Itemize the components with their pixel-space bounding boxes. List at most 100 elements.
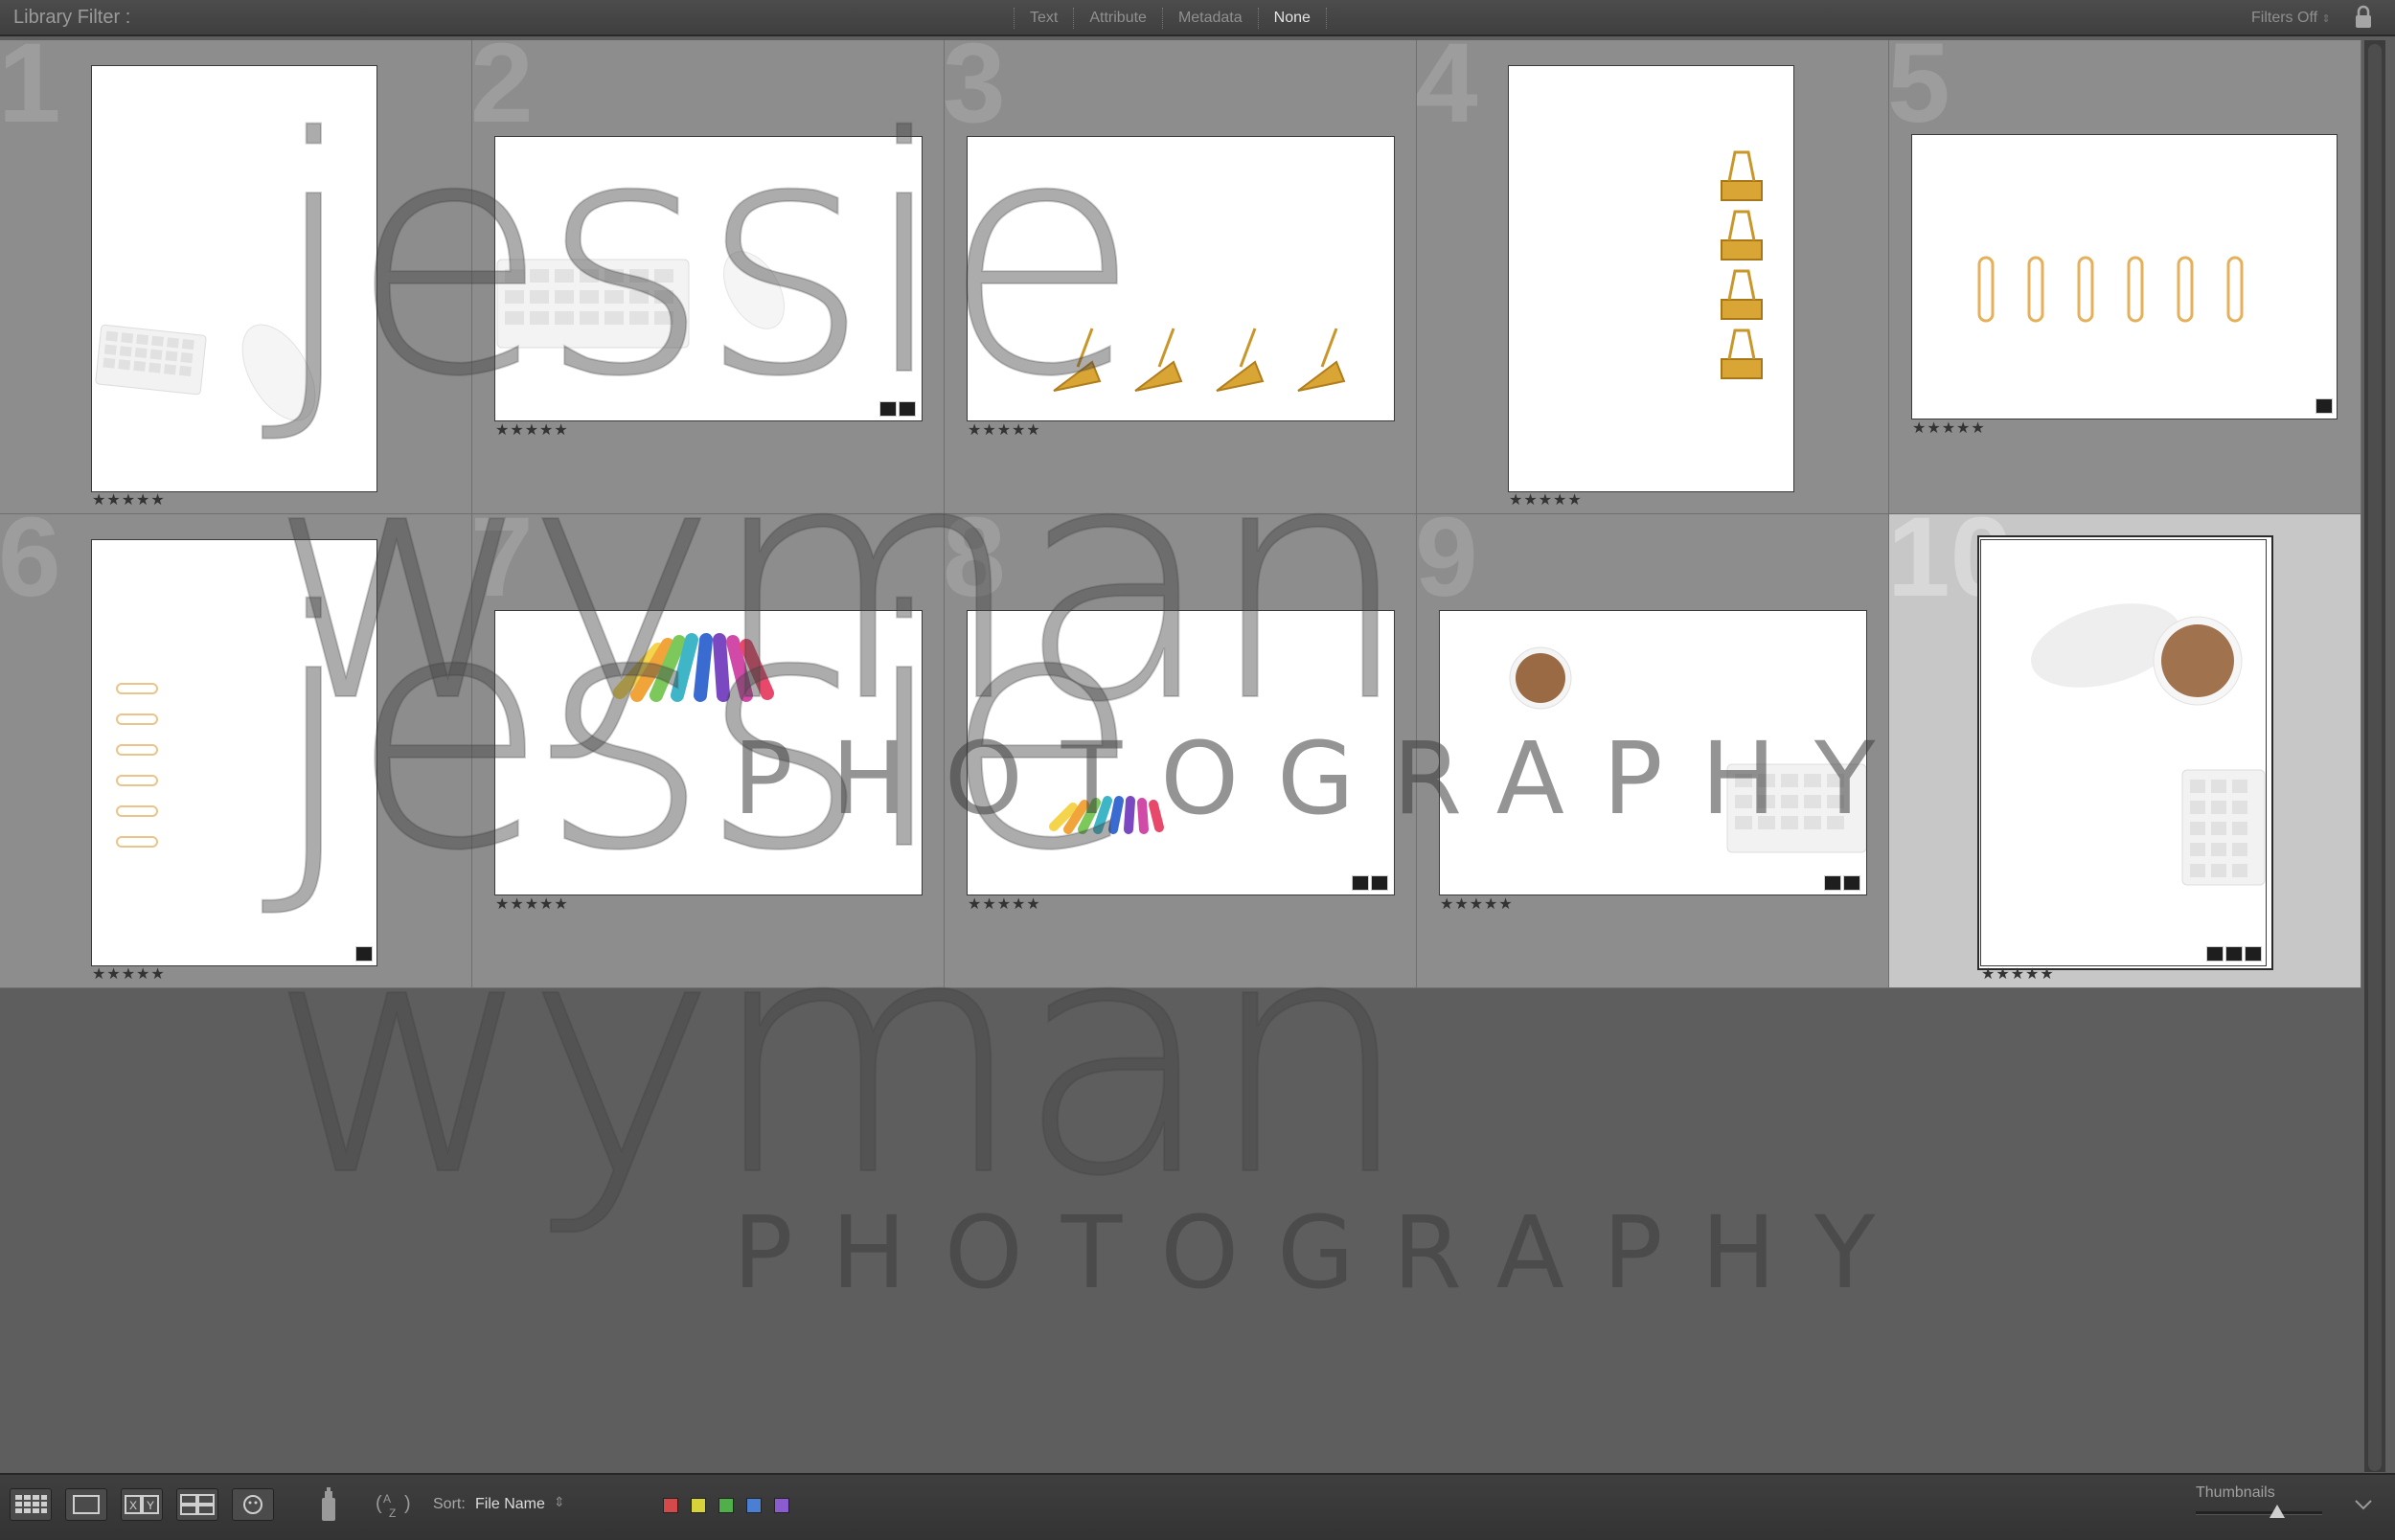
watermark-sub-text: PHOTOGRAPHY (733, 1194, 1914, 1311)
thumbnail-badges (2315, 398, 2333, 414)
grid-cell-1[interactable]: 1 ★★★★★ (0, 40, 472, 514)
collection-badge-icon (879, 401, 897, 417)
color-label-green[interactable] (718, 1498, 734, 1513)
svg-text:X: X (129, 1499, 137, 1512)
thumbnail-image[interactable] (1509, 66, 1793, 491)
filter-tab-attribute[interactable]: Attribute (1073, 8, 1162, 29)
cell-index-number: 1 (0, 40, 61, 147)
star-rating[interactable]: ★★★★★ (1981, 964, 2055, 984)
thumbnail-badges (355, 946, 373, 962)
photo-binder-clips (1053, 328, 1346, 392)
thumbnail-badges (2206, 946, 2262, 962)
library-filter-bar: Library Filter : Text Attribute Metadata… (0, 0, 2395, 36)
grid-cell-7[interactable]: 7 ★★★★★ (472, 514, 945, 988)
develop-adjust-badge-icon[interactable] (1843, 875, 1860, 891)
lock-icon[interactable] (2353, 5, 2374, 30)
thumbnail-image[interactable] (1981, 540, 2266, 965)
thumbnail-badges (879, 401, 916, 417)
svg-text:A: A (383, 1492, 391, 1506)
grid-cell-3[interactable]: 3 ★★★★★ (945, 40, 1417, 514)
photo-coffee-keyboard (1509, 646, 1867, 853)
star-rating[interactable]: ★★★★★ (1912, 419, 1986, 438)
thumbnail-size-slider-handle[interactable] (2270, 1505, 2286, 1518)
photo-keyboard-mouse (95, 324, 316, 421)
dropdown-arrow-icon[interactable]: ⇕ (554, 1494, 565, 1510)
sort-dropdown[interactable]: File Name (475, 1496, 545, 1513)
star-rating[interactable]: ★★★★★ (968, 895, 1041, 914)
collection-badge-icon (1352, 875, 1369, 891)
cell-index-number: 9 (1417, 514, 1478, 621)
star-rating[interactable]: ★★★★★ (92, 964, 166, 984)
star-rating[interactable]: ★★★★★ (495, 420, 569, 440)
survey-view-icon (180, 1494, 215, 1515)
thumbnail-image[interactable] (1912, 135, 2337, 419)
star-rating[interactable]: ★★★★★ (495, 895, 569, 914)
filter-tab-metadata[interactable]: Metadata (1161, 8, 1258, 29)
grid-cell-4[interactable]: 4 ★★★★★ (1417, 40, 1889, 514)
thumbnail-badges (1352, 875, 1388, 891)
grid-view-button[interactable] (10, 1488, 52, 1521)
star-rating[interactable]: ★★★★★ (1440, 895, 1514, 914)
thumbnail-badges (1824, 875, 1860, 891)
grid-scrollbar-thumb[interactable] (2368, 44, 2382, 1471)
develop-adjust-badge-icon[interactable] (1371, 875, 1388, 891)
star-rating[interactable]: ★★★★★ (968, 420, 1041, 440)
grid-cell-10[interactable]: 10 ★★★★★ (1889, 514, 2361, 988)
thumbnail-image[interactable] (495, 611, 922, 895)
people-face-icon (243, 1495, 262, 1514)
grid-cell-5[interactable]: 5 ★★★★★ (1889, 40, 2361, 514)
develop-adjust-badge-icon[interactable] (2315, 398, 2333, 414)
svg-text:Z: Z (389, 1506, 396, 1520)
thumbnail-grid: 1 ★★★★★ 2 ★★★★★ 3 ★★★★★ 4 ★★★★★ 5 ★★★★★ … (0, 40, 2361, 988)
photo-rainbow-pens (1049, 796, 1164, 834)
star-rating[interactable]: ★★★★★ (92, 490, 166, 510)
cell-index-number: 3 (945, 40, 1006, 147)
spray-can-icon[interactable] (314, 1486, 343, 1525)
bottom-toolbar: XY ( A Z ) Sort: File Name ⇕ Thumbnails (0, 1473, 2395, 1540)
photo-coffee-keyboard (2031, 603, 2266, 886)
filters-status-label: Filters Off (2251, 10, 2318, 26)
cell-index-number: 5 (1889, 40, 1950, 147)
survey-view-button[interactable] (176, 1488, 218, 1521)
thumbnail-image[interactable] (1440, 611, 1867, 895)
collection-badge-icon (2225, 946, 2243, 962)
svg-text:Y: Y (147, 1499, 154, 1512)
grid-cell-2[interactable]: 2 ★★★★★ (472, 40, 945, 514)
photo-binder-clips-stacked (1721, 150, 1763, 379)
az-sort-icon[interactable]: ( A Z ) (374, 1488, 422, 1523)
grid-cell-9[interactable]: 9 ★★★★★ (1417, 514, 1889, 988)
thumbnail-image[interactable] (92, 66, 376, 491)
toolbar-menu-chevron-icon[interactable] (2351, 1494, 2376, 1515)
photo-keyboard-mouse (496, 251, 785, 349)
photo-paper-clips (116, 683, 158, 848)
compare-view-button[interactable]: XY (121, 1488, 163, 1521)
filter-tab-text[interactable]: Text (1014, 8, 1073, 29)
thumbnail-size-slider[interactable] (2196, 1511, 2322, 1515)
sort-label: Sort: (433, 1496, 466, 1512)
keyword-badge-icon (1824, 875, 1841, 891)
star-rating[interactable]: ★★★★★ (1509, 490, 1583, 510)
color-label-blue[interactable] (746, 1498, 762, 1513)
grid-cell-6[interactable]: 6 ★★★★★ (0, 514, 472, 988)
loupe-view-icon (73, 1495, 100, 1514)
thumbnail-image[interactable] (968, 137, 1394, 420)
grid-cell-8[interactable]: 8 ★★★★★ (945, 514, 1417, 988)
loupe-view-button[interactable] (65, 1488, 107, 1521)
develop-adjust-badge-icon[interactable] (2245, 946, 2262, 962)
cell-index-number: 8 (945, 514, 1006, 621)
thumbnail-image[interactable] (92, 540, 376, 965)
develop-adjust-badge-icon[interactable] (899, 401, 916, 417)
thumbnail-image[interactable] (968, 611, 1394, 895)
svg-text:): ) (404, 1493, 411, 1514)
color-label-purple[interactable] (774, 1498, 789, 1513)
color-label-yellow[interactable] (691, 1498, 706, 1513)
people-view-button[interactable] (232, 1488, 274, 1521)
filters-off-dropdown[interactable]: Filters Off ⇕ (2251, 10, 2331, 27)
svg-text:(: ( (376, 1493, 382, 1514)
filter-tab-none[interactable]: None (1257, 8, 1327, 29)
compare-view-icon: XY (125, 1495, 159, 1514)
thumbnail-image[interactable] (495, 137, 922, 420)
cell-index-number: 6 (0, 514, 61, 621)
cell-index-number: 4 (1417, 40, 1478, 147)
color-label-red[interactable] (663, 1498, 678, 1513)
